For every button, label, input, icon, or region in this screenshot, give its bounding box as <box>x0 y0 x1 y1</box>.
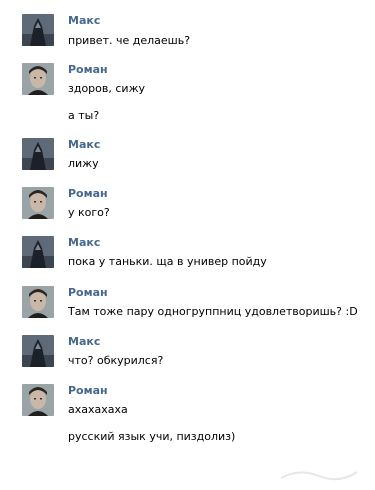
maks-avatar[interactable] <box>22 14 54 46</box>
roman-avatar[interactable] <box>22 187 54 219</box>
roman-avatar[interactable] <box>22 286 54 318</box>
message-text: у кого? <box>68 206 110 219</box>
message-text: русский язык учи, пиздолиз) <box>68 430 236 443</box>
message-text: что? обкурился? <box>68 354 164 367</box>
message-text: а ты? <box>68 109 100 122</box>
message-text: лижу <box>68 157 99 170</box>
sender-name[interactable]: Роман <box>68 286 108 300</box>
roman-avatar[interactable] <box>22 63 54 95</box>
sender-name[interactable]: Макс <box>68 335 100 349</box>
sender-name[interactable]: Роман <box>68 187 108 201</box>
message-text: привет. че делаешь? <box>68 34 191 47</box>
roman-avatar[interactable] <box>22 384 54 416</box>
watermark <box>279 464 359 484</box>
maks-avatar[interactable] <box>22 335 54 367</box>
sender-name[interactable]: Роман <box>68 384 108 398</box>
message-text: ахахахаха <box>68 403 128 416</box>
sender-name[interactable]: Роман <box>68 63 108 77</box>
message-text: здоров, сижу <box>68 82 145 95</box>
sender-name[interactable]: Макс <box>68 138 100 152</box>
sender-name[interactable]: Макс <box>68 14 100 28</box>
sender-name[interactable]: Макс <box>68 236 100 250</box>
maks-avatar[interactable] <box>22 236 54 268</box>
message-text: Там тоже пару одногруппниц удовлетворишь… <box>68 305 358 318</box>
maks-avatar[interactable] <box>22 138 54 170</box>
message-text: пока у таньки. ща в универ пойду <box>68 255 267 268</box>
